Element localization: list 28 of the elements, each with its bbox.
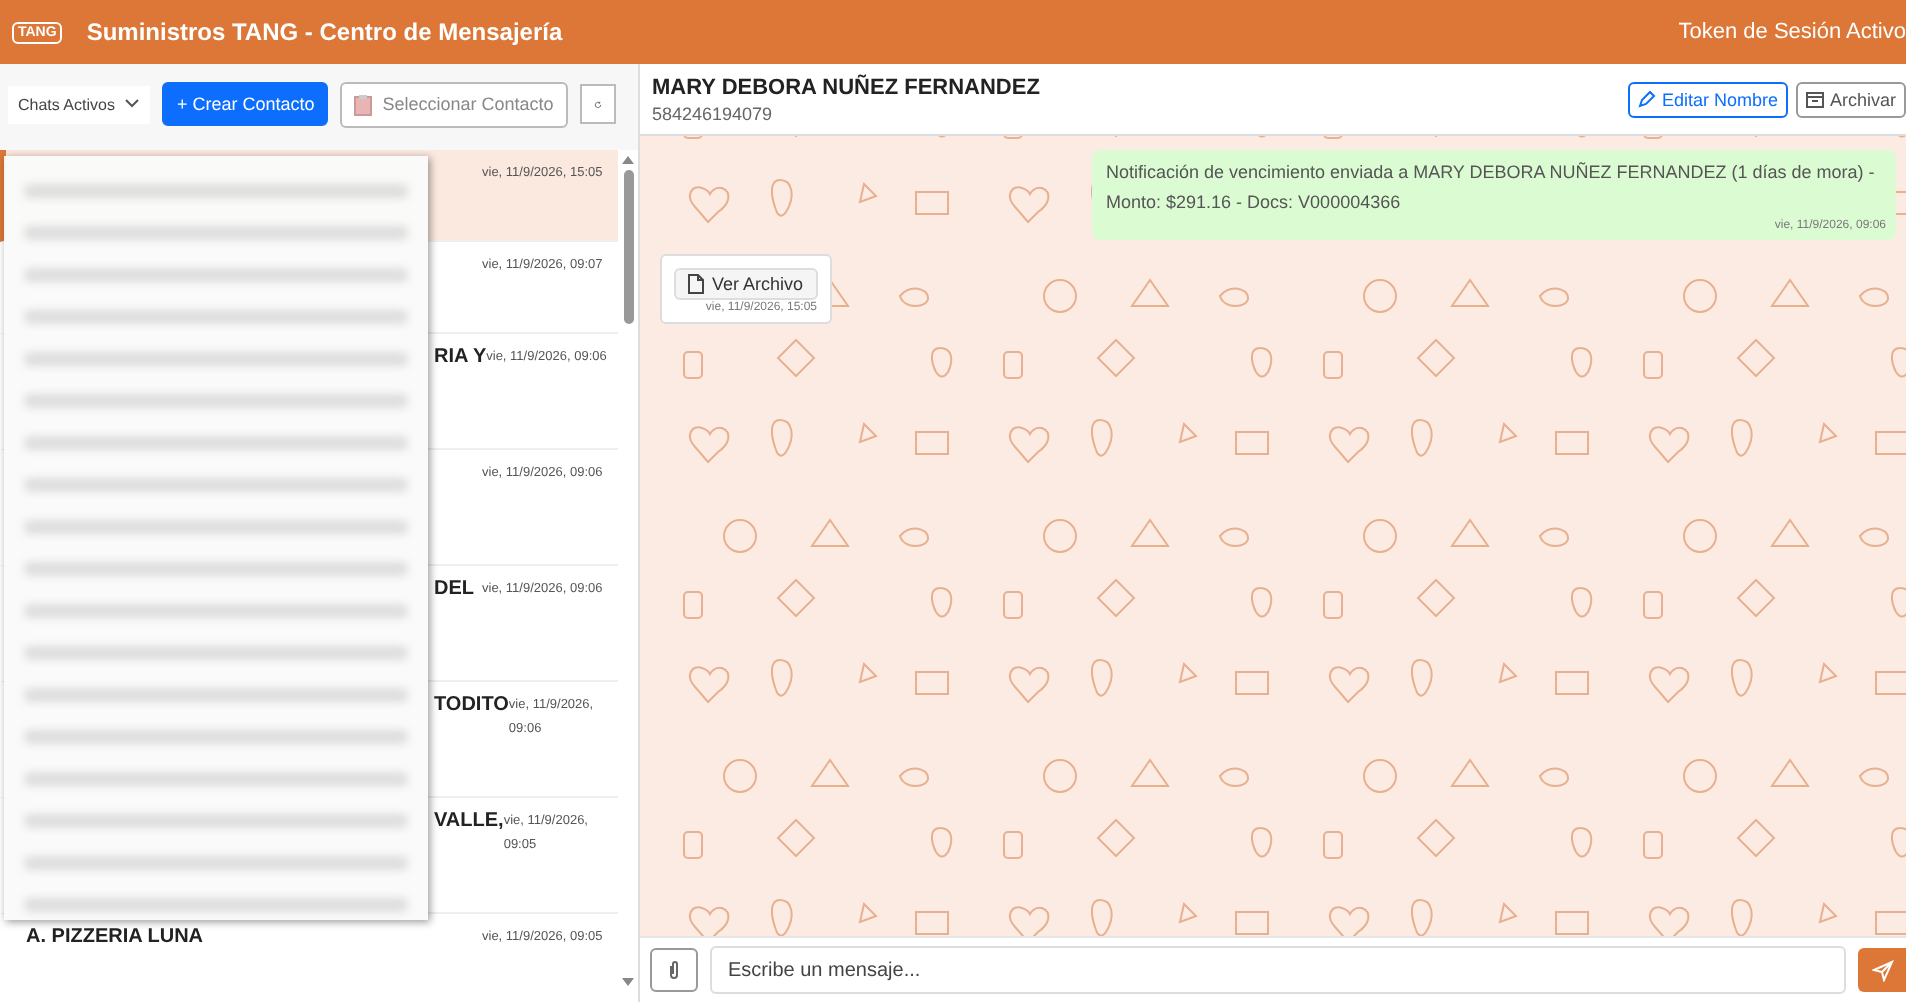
attach-button[interactable]	[650, 948, 698, 992]
contact-name: TODITO	[434, 694, 509, 716]
archive-icon	[1805, 91, 1824, 107]
chat-filter-dropdown[interactable]: Chats Activos	[8, 85, 151, 123]
pencil-icon	[1637, 90, 1656, 108]
message-input-field[interactable]: Escribe un mensaje...	[710, 946, 1846, 994]
phone-number: 584246194079	[652, 103, 775, 123]
select-contact-button[interactable]: Seleccionar Contacto	[340, 81, 568, 127]
message-text: Notificación de vencimiento enviada a MARY DEBORA NUÑEZ FERNANDEZ (1 días de mora) - Monto: $291.16 - Docs: V000004366	[1106, 160, 1877, 216]
session-status: Token de Sesión Activo	[1678, 20, 1906, 44]
view-file-button[interactable]: Ver Archivo	[674, 268, 818, 300]
paperclip-icon	[668, 960, 680, 980]
app-title: Suministros TANG - Centro de Mensajería	[86, 18, 563, 46]
contact-name: RIA Y	[434, 346, 487, 368]
archive-button[interactable]: Archivar	[1795, 81, 1906, 117]
create-contact-button[interactable]: + Crear Contacto	[162, 82, 329, 126]
contact-name: MARY DEBORA NUÑEZ FERNANDEZ	[652, 75, 1040, 99]
send-icon	[1871, 959, 1893, 981]
contact-name: A. PIZZERIA LUNA	[26, 926, 204, 948]
send-button[interactable]	[1858, 948, 1906, 992]
chevron-down-icon	[124, 98, 141, 110]
clipboard-icon	[354, 93, 373, 115]
refresh-button[interactable]	[579, 84, 616, 124]
scrollbar-drawing[interactable]	[620, 154, 636, 990]
contact-name: VALLE,	[434, 810, 504, 832]
document-icon	[688, 274, 704, 294]
edit-name-button[interactable]: Editar Nombre	[1627, 81, 1788, 117]
contact-name: DEL	[434, 578, 474, 600]
